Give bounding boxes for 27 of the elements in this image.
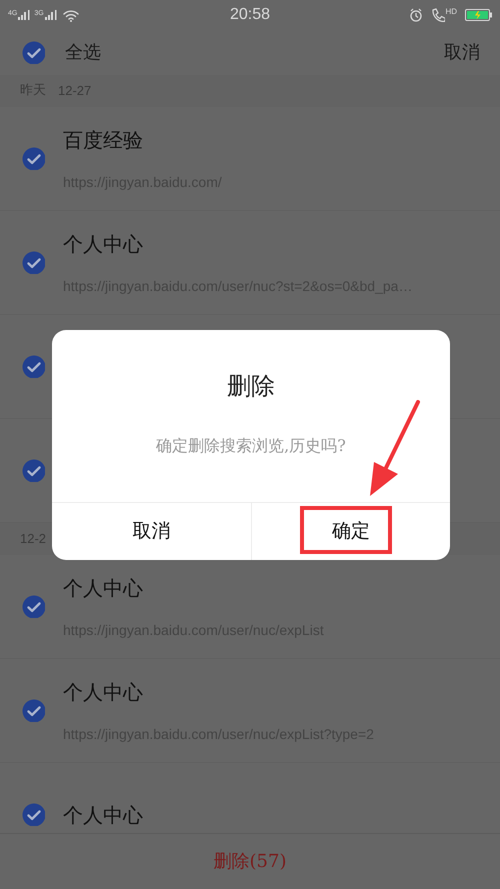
checked-checkbox[interactable] [22,251,45,274]
checked-checkbox[interactable] [22,41,45,64]
item-title[interactable]: 个人中心 [63,678,374,704]
select-all-label[interactable]: 全选 [65,39,101,66]
signal-icon [44,10,57,20]
checked-checkbox[interactable] [22,595,45,618]
dialog-message: 确定删除搜索浏览,历史吗? [156,435,346,457]
delete-button[interactable]: 删除(57) [214,848,286,875]
item-title[interactable]: 百度经验 [63,126,222,152]
checked-checkbox[interactable] [22,699,45,722]
dialog-button[interactable]: 确定 [332,517,370,546]
item-title[interactable]: 个人中心 [63,230,412,256]
dialog-button[interactable]: 取消 [132,517,170,546]
cancel-button[interactable]: 取消 [444,39,480,66]
dialog-title: 删除 [227,371,275,402]
alarm-icon [409,8,424,22]
checked-checkbox[interactable] [22,803,45,826]
wifi-icon [62,8,79,22]
checked-checkbox[interactable] [22,355,45,378]
item-title[interactable]: 个人中心 [63,802,143,828]
checked-checkbox[interactable] [22,459,45,482]
item-title[interactable]: 个人中心 [63,574,324,600]
signal-icon [18,10,30,20]
checked-checkbox[interactable] [22,147,45,170]
status-time: 20:58 [230,5,270,25]
call-label: HD [445,8,457,16]
phone-icon [431,8,446,22]
